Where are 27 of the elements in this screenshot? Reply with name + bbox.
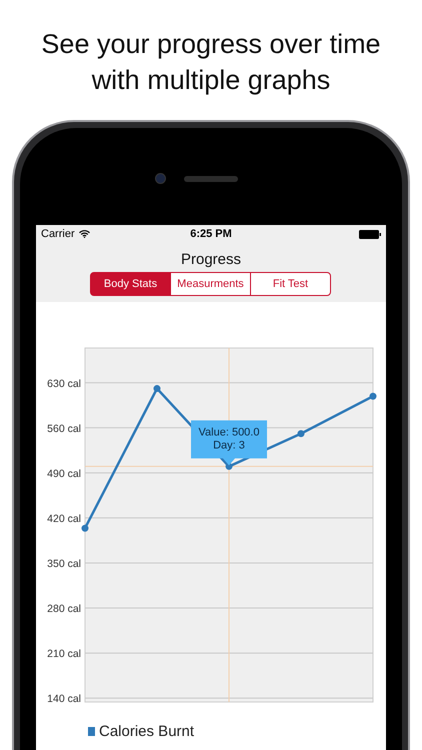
data-point [154, 385, 160, 392]
axis-label: 420 cal [47, 512, 81, 525]
axis-label: 560 cal [47, 422, 81, 435]
axis-label: 630 cal [47, 378, 81, 390]
axis-label: 280 cal [47, 603, 81, 616]
camera-icon [154, 173, 166, 184]
data-point [298, 430, 304, 438]
legend-swatch [88, 726, 95, 736]
wifi-icon [78, 230, 90, 238]
battery-icon [358, 230, 381, 238]
data-point [370, 392, 376, 400]
speaker-icon [184, 176, 238, 182]
tooltip-text: Day: 3 [213, 439, 245, 452]
tooltip-text: Value: 500.0 [198, 426, 260, 438]
headline: See your progress over time with multiple graphs [40, 28, 382, 97]
carrier-label: Carrier [41, 228, 75, 240]
nav-title: Progress [180, 250, 242, 270]
data-point [82, 524, 88, 532]
segment-tab[interactable]: Body Stats [90, 272, 171, 296]
status-time: 6:25 PM [190, 228, 232, 240]
axis-label: 140 cal [47, 693, 81, 706]
segment-tab[interactable]: Measurments [170, 272, 251, 296]
axis-label: 210 cal [47, 648, 81, 660]
segment-tab[interactable]: Fit Test [250, 272, 331, 296]
axis-label: 350 cal [47, 558, 81, 570]
axis-label: 490 cal [47, 468, 81, 480]
legend-label: Calories Burnt [99, 722, 194, 740]
